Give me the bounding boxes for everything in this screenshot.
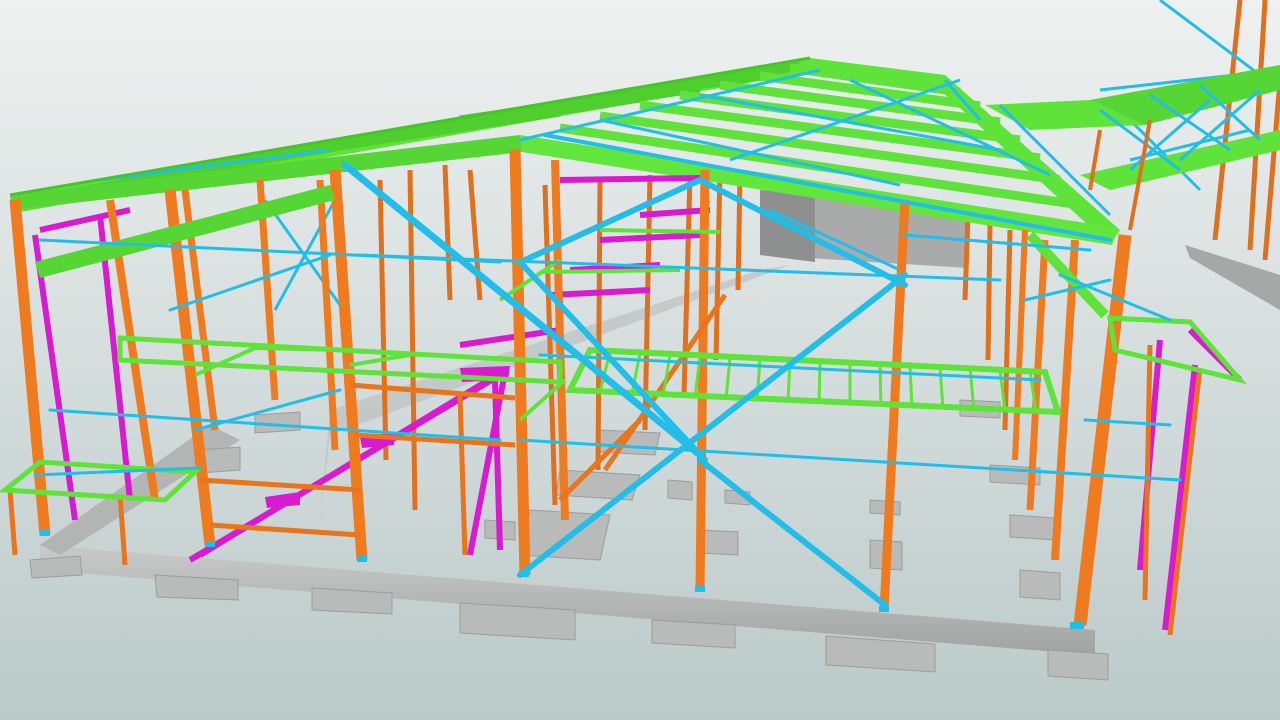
- 3d-model-viewport[interactable]: [0, 0, 1280, 720]
- steel-structure-render[interactable]: [0, 0, 1280, 720]
